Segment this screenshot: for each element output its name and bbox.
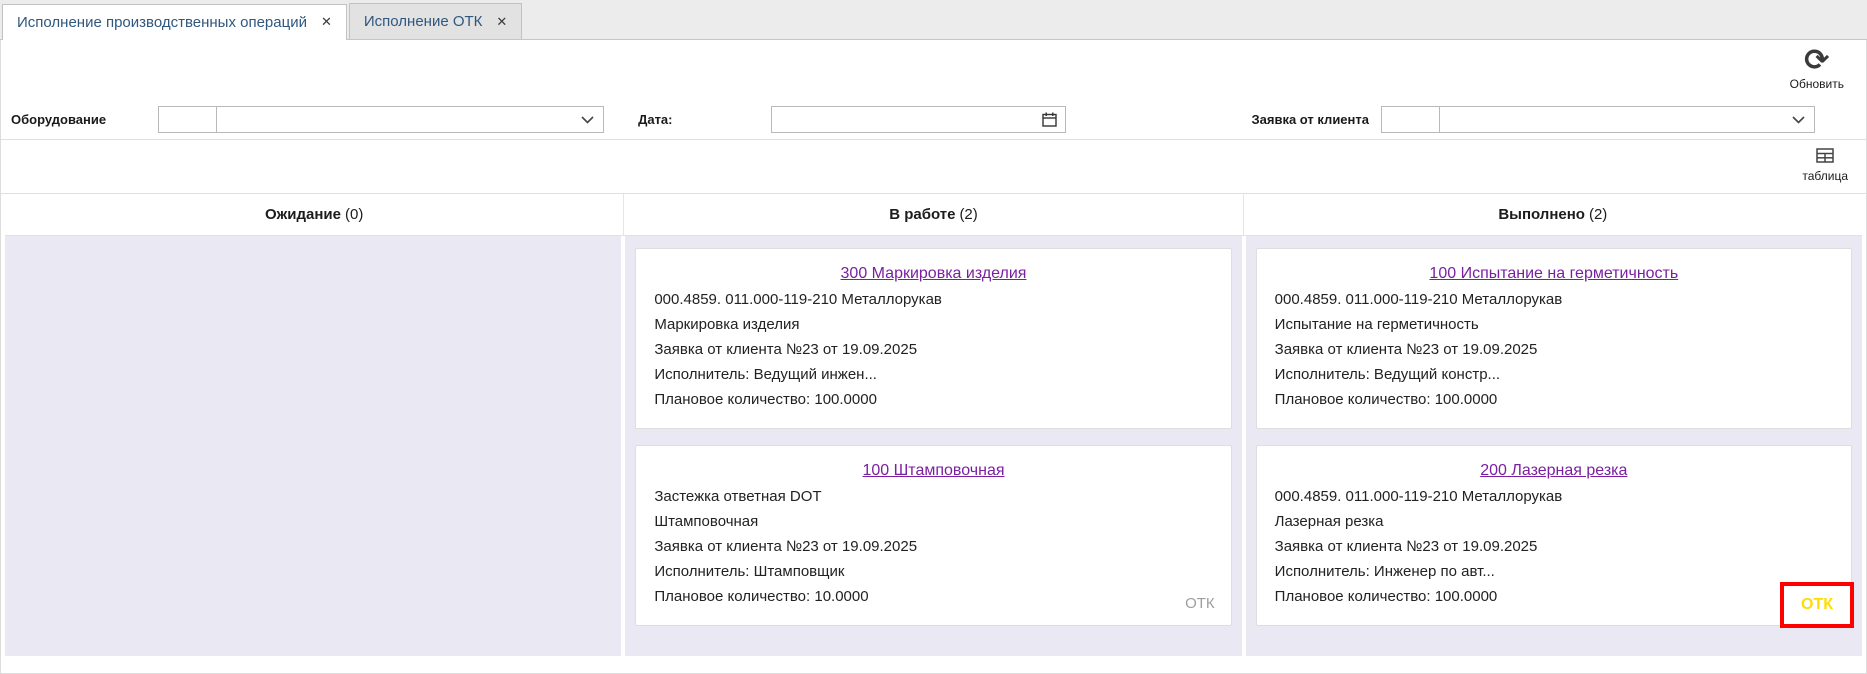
close-icon[interactable]: ✕	[321, 14, 332, 30]
date-filter	[771, 106, 1066, 133]
kanban-board: Ожидание(0) В работе(2) Выполнено(2) 300…	[1, 194, 1866, 656]
refresh-button[interactable]: ⟳ Обновить	[1790, 46, 1844, 91]
tab-content-panel: ⟳ Обновить Оборудование Дата:	[0, 40, 1867, 674]
card-title-link[interactable]: 200 Лазерная резка	[1480, 462, 1627, 479]
card-operation: Лазерная резка	[1275, 511, 1833, 533]
card-request: Заявка от клиента №23 от 19.09.2025	[1275, 339, 1833, 361]
card-executor: Исполнитель: Ведущий инжен...	[654, 364, 1212, 386]
refresh-icon: ⟳	[1790, 46, 1844, 76]
refresh-label: Обновить	[1790, 77, 1844, 91]
card-executor: Исполнитель: Инженер по авт...	[1275, 561, 1833, 583]
card-request: Заявка от клиента №23 от 19.09.2025	[1275, 536, 1833, 558]
client-request-select[interactable]	[1439, 106, 1815, 133]
date-input[interactable]	[772, 107, 1034, 132]
kanban-card[interactable]: 300 Маркировка изделия 000.4859. 011.000…	[635, 248, 1231, 429]
column-done: 100 Испытание на герметичность 000.4859.…	[1246, 236, 1862, 656]
kanban-card[interactable]: 100 Испытание на герметичность 000.4859.…	[1256, 248, 1852, 429]
column-count: (0)	[345, 206, 363, 223]
card-product: 000.4859. 011.000-119-210 Металлорукав	[1275, 289, 1833, 311]
card-quantity: Плановое количество: 10.0000	[654, 586, 1212, 608]
column-in-progress: 300 Маркировка изделия 000.4859. 011.000…	[625, 236, 1241, 656]
table-icon	[1816, 148, 1834, 163]
card-product: 000.4859. 011.000-119-210 Металлорукав	[654, 289, 1212, 311]
card-quantity: Плановое количество: 100.0000	[654, 389, 1212, 411]
otk-label: ОТК	[1185, 595, 1215, 612]
card-request: Заявка от клиента №23 от 19.09.2025	[654, 536, 1212, 558]
column-title: Выполнено	[1498, 206, 1585, 223]
tab-label: Исполнение ОТК	[364, 13, 483, 30]
client-request-code-input[interactable]	[1381, 106, 1439, 133]
equipment-code-input[interactable]	[158, 106, 216, 133]
column-header-waiting: Ожидание(0)	[5, 194, 624, 235]
card-operation: Штамповочная	[654, 511, 1212, 533]
otk-highlight-badge[interactable]: ОТК	[1780, 582, 1854, 628]
table-view-label: таблица	[1802, 169, 1848, 183]
view-toolbar: таблица	[1, 140, 1866, 194]
card-product: 000.4859. 011.000-119-210 Металлорукав	[1275, 486, 1833, 508]
board-header: Ожидание(0) В работе(2) Выполнено(2)	[5, 194, 1862, 236]
kanban-card[interactable]: 100 Штамповочная Застежка ответная DOT Ш…	[635, 445, 1231, 626]
card-operation: Маркировка изделия	[654, 314, 1212, 336]
chevron-down-icon	[581, 116, 594, 124]
equipment-filter	[158, 106, 604, 133]
close-icon[interactable]: ✕	[496, 14, 507, 30]
column-count: (2)	[959, 206, 977, 223]
tab-bar: Исполнение производственных операций ✕ И…	[0, 0, 1867, 40]
card-quantity: Плановое количество: 100.0000	[1275, 586, 1833, 608]
card-title-link[interactable]: 100 Штамповочная	[862, 462, 1004, 479]
card-title-link[interactable]: 300 Маркировка изделия	[841, 265, 1027, 282]
column-title: Ожидание	[265, 206, 341, 223]
top-toolbar: ⟳ Обновить	[1, 40, 1866, 100]
tab-otk[interactable]: Исполнение ОТК ✕	[349, 3, 522, 39]
card-operation: Испытание на герметичность	[1275, 314, 1833, 336]
table-view-button[interactable]: таблица	[1802, 148, 1848, 183]
chevron-down-icon	[1792, 116, 1805, 124]
card-title-link[interactable]: 100 Испытание на герметичность	[1429, 265, 1678, 282]
client-request-label: Заявка от клиента	[1252, 112, 1370, 127]
tab-label: Исполнение производственных операций	[17, 14, 307, 31]
board-body: 300 Маркировка изделия 000.4859. 011.000…	[5, 236, 1862, 656]
filters-bar: Оборудование Дата: Заявка от клиента	[1, 100, 1866, 140]
column-title: В работе	[889, 206, 955, 223]
calendar-icon[interactable]	[1034, 112, 1065, 127]
column-waiting	[5, 236, 621, 656]
kanban-card[interactable]: 200 Лазерная резка 000.4859. 011.000-119…	[1256, 445, 1852, 626]
tab-production-operations[interactable]: Исполнение производственных операций ✕	[2, 4, 347, 40]
card-product: Застежка ответная DOT	[654, 486, 1212, 508]
date-label: Дата:	[638, 112, 672, 127]
column-header-done: Выполнено(2)	[1244, 194, 1862, 235]
column-count: (2)	[1589, 206, 1607, 223]
column-header-in-progress: В работе(2)	[624, 194, 1243, 235]
card-executor: Исполнитель: Ведущий констр...	[1275, 364, 1833, 386]
equipment-label: Оборудование	[11, 112, 106, 127]
client-request-filter	[1381, 106, 1815, 133]
card-request: Заявка от клиента №23 от 19.09.2025	[654, 339, 1212, 361]
equipment-select[interactable]	[216, 106, 604, 133]
card-quantity: Плановое количество: 100.0000	[1275, 389, 1833, 411]
card-executor: Исполнитель: Штамповщик	[654, 561, 1212, 583]
